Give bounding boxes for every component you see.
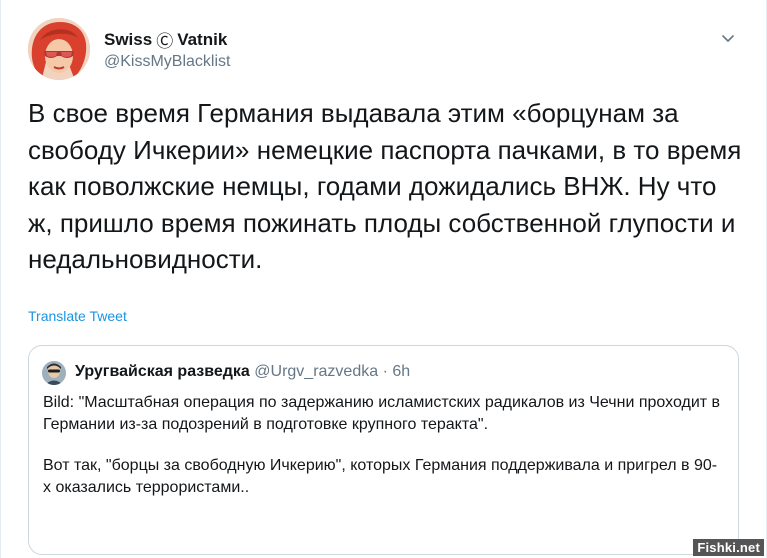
quoted-author-handle[interactable]: @Urgv_razvedka [254,363,378,380]
tweet-card: Swiss Ⓒ Vatnik @KissMyBlacklist В свое в… [0,0,767,558]
avatar-image [28,18,90,80]
author-handle[interactable]: @KissMyBlacklist [104,53,230,71]
author-avatar[interactable] [28,18,90,80]
translate-tweet-link[interactable]: Translate Tweet [28,308,127,324]
quoted-paragraph-1: Bild: "Масштабная операция по задержанию… [43,394,721,433]
quoted-avatar-image [42,361,66,385]
author-name[interactable]: Swiss Ⓒ Vatnik [104,27,227,52]
chevron-down-icon[interactable] [720,30,736,46]
author-name-first: Swiss [104,29,153,49]
quoted-paragraph-2: Вот так, "борцы за свободную Ичкерию", к… [43,457,718,496]
quoted-timestamp[interactable]: 6h [392,363,410,380]
tweet-text: В свое время Германия выдавала этим «бор… [28,98,742,274]
quoted-tweet[interactable]: Уругвайская разведка @Urgv_razvedka · 6h… [28,345,739,555]
quoted-author-avatar[interactable] [42,361,66,385]
quoted-author-name[interactable]: Уругвайская разведка [75,363,250,380]
quoted-tweet-body: Bild: "Масштабная операция по задержанию… [43,392,723,499]
quoted-header: Уругвайская разведка @Urgv_razvedka · 6h [75,363,410,381]
author-name-last: Vatnik [177,29,228,49]
author-name-symbol: Ⓒ [156,32,174,51]
site-watermark: Fishki.net [693,539,764,556]
quoted-separator: · [382,363,388,380]
